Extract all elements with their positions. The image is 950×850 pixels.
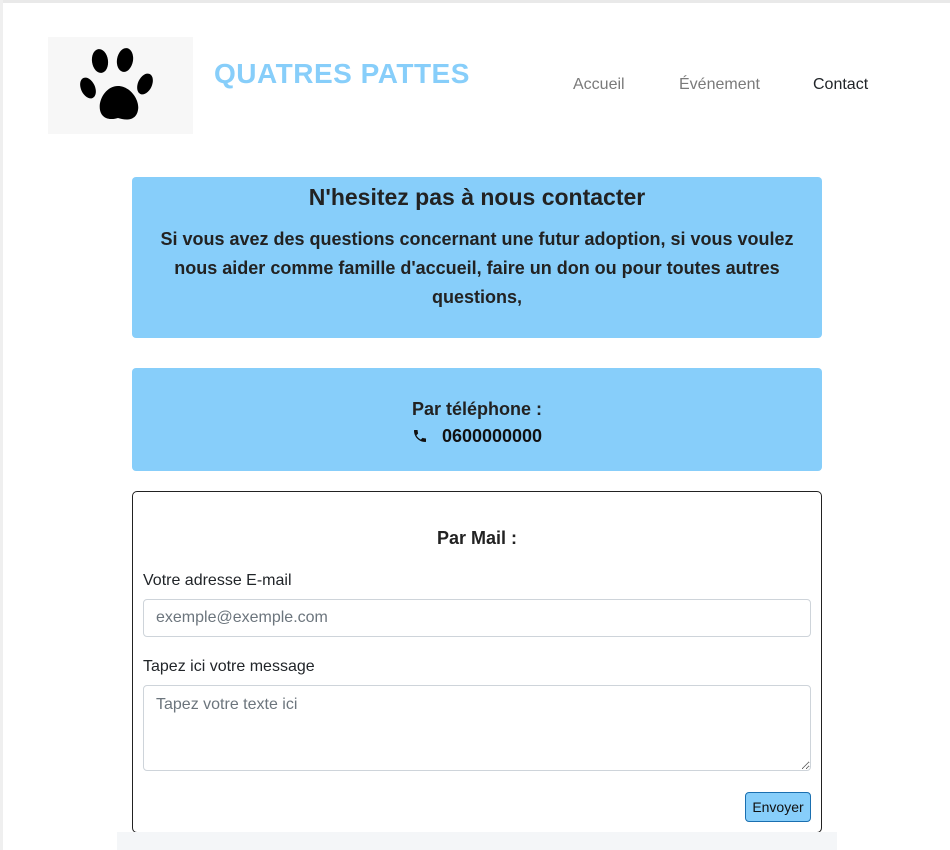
footer-strip	[117, 832, 837, 850]
phone-line: 0600000000	[132, 421, 822, 451]
nav-link-contact[interactable]: Contact	[813, 76, 868, 94]
intro-card: N'hesitez pas à nous contacter Si vous a…	[132, 177, 822, 338]
nav-link-evenement[interactable]: Événement	[679, 76, 760, 94]
nav-link-accueil[interactable]: Accueil	[573, 76, 625, 94]
phone-icon	[413, 430, 426, 442]
phone-title: Par téléphone :	[411, 399, 543, 419]
logo[interactable]	[48, 37, 193, 134]
mail-title: Par Mail :	[436, 528, 518, 548]
phone-number[interactable]: 0600000000	[442, 421, 542, 451]
window-top-border	[0, 0, 950, 3]
brand-title[interactable]: QUATRES PATTES	[214, 58, 470, 90]
message-label: Tapez ici votre message	[143, 658, 315, 675]
paw-print-icon	[80, 48, 153, 120]
message-textarea[interactable]	[143, 685, 811, 771]
email-label: Votre adresse E-mail	[143, 572, 292, 589]
email-field[interactable]	[143, 599, 811, 637]
window-left-border	[0, 0, 3, 850]
intro-heading: N'hesitez pas à nous contacter	[308, 184, 646, 210]
mail-form-card: Par Mail : Votre adresse E-mail Tapez ic…	[132, 491, 822, 833]
phone-card: Par téléphone : 0600000000	[132, 368, 822, 471]
send-button[interactable]: Envoyer	[745, 792, 811, 822]
intro-text: Si vous avez des questions concernant un…	[160, 229, 794, 307]
